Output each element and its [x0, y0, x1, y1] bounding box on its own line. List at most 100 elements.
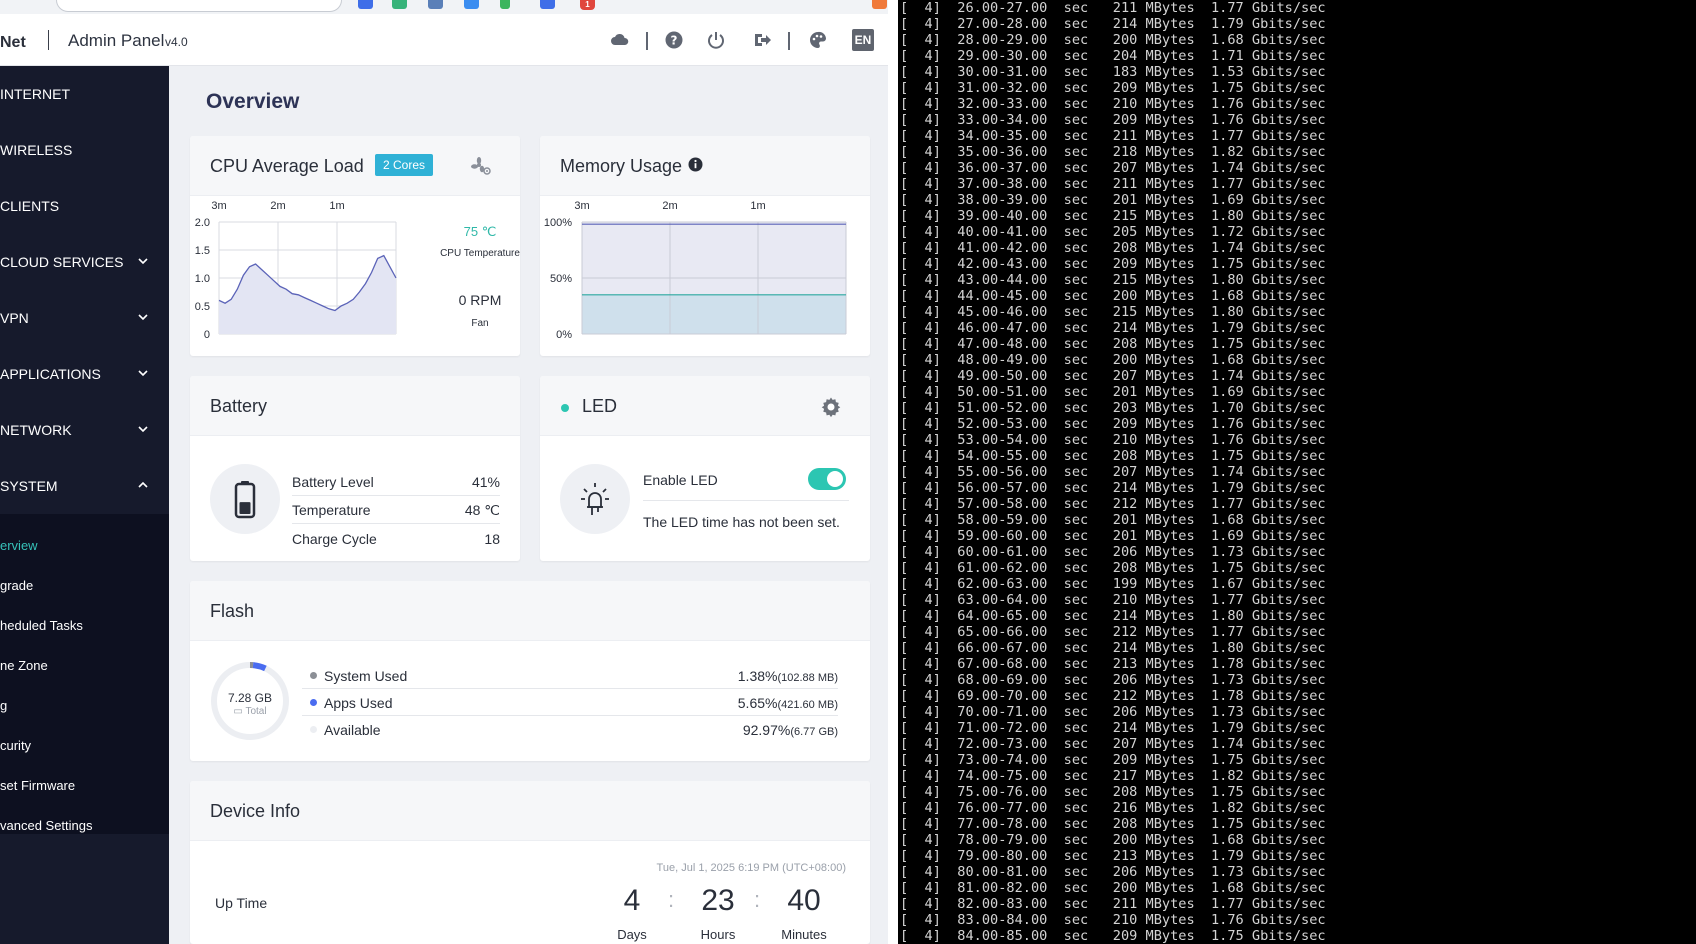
- palette-icon[interactable]: [808, 30, 828, 50]
- terminal-line: [ 4] 33.00-34.00 sec 209 MBytes 1.76 Gbi…: [900, 112, 1326, 128]
- help-icon[interactable]: ?: [664, 30, 684, 50]
- app-header: Net Admin Panel v4.0 ? EN: [0, 14, 888, 66]
- terminal-line: [ 4] 37.00-38.00 sec 211 MBytes 1.77 Gbi…: [900, 176, 1326, 192]
- x-tick-label: 1m: [750, 200, 765, 212]
- sidebar-item-label: NETWORK: [0, 422, 72, 438]
- language-button[interactable]: EN: [852, 29, 874, 51]
- address-bar[interactable]: [56, 0, 342, 12]
- terminal-line: [ 4] 80.00-81.00 sec 206 MBytes 1.73 Gbi…: [900, 864, 1326, 880]
- flash-row-value: 92.97%(6.77 GB): [743, 722, 838, 738]
- chevron-down-icon: [138, 258, 148, 265]
- sidebar-item-label: CLIENTS: [0, 198, 60, 214]
- sidebar-item-vpn[interactable]: VPN: [0, 290, 169, 346]
- fan-settings-icon[interactable]: [470, 156, 492, 176]
- sidebar-item-cloud-services[interactable]: CLOUD SERVICES: [0, 234, 169, 290]
- terminal-line: [ 4] 70.00-71.00 sec 206 MBytes 1.73 Gbi…: [900, 704, 1326, 720]
- led-icon-container: [560, 464, 630, 534]
- terminal-line: [ 4] 48.00-49.00 sec 200 MBytes 1.68 Gbi…: [900, 352, 1326, 368]
- terminal-line: [ 4] 67.00-68.00 sec 213 MBytes 1.78 Gbi…: [900, 656, 1326, 672]
- submenu-item-time-zone[interactable]: ne Zone: [0, 658, 48, 673]
- y-tick-label: 0.5: [195, 301, 210, 313]
- extension-icon[interactable]: [464, 0, 479, 9]
- terminal-line: [ 4] 69.00-70.00 sec 212 MBytes 1.78 Gbi…: [900, 688, 1326, 704]
- sidebar-item-network[interactable]: NETWORK: [0, 402, 169, 458]
- submenu-item-log[interactable]: g: [0, 698, 7, 713]
- extension-icon[interactable]: [428, 0, 443, 9]
- sidebar-item-label: INTERNET: [0, 86, 70, 102]
- y-tick-label: 2.0: [195, 217, 210, 229]
- terminal-line: [ 4] 47.00-48.00 sec 208 MBytes 1.75 Gbi…: [900, 336, 1326, 352]
- chevron-down-icon: [138, 426, 148, 433]
- y-tick-label: 0%: [556, 329, 572, 341]
- submenu-item-scheduled-tasks[interactable]: heduled Tasks: [0, 618, 83, 633]
- submenu-item-security[interactable]: curity: [0, 738, 31, 753]
- system-submenu: erview grade heduled Tasks ne Zone g cur…: [0, 514, 169, 834]
- memory-card: Memory Usage 3m 2m 1m 100% 50% 0%: [540, 136, 870, 356]
- flash-row-label: Apps Used: [324, 695, 393, 711]
- terminal-output: [ 4] 26.00-27.00 sec 211 MBytes 1.77 Gbi…: [900, 0, 1326, 944]
- gear-icon[interactable]: [820, 396, 842, 418]
- flash-total-label: ▭ Total: [208, 706, 292, 717]
- cores-badge: 2 Cores: [375, 154, 434, 176]
- battery-row: Battery Level 41%: [292, 468, 500, 496]
- uptime-hours-value: 23: [701, 884, 735, 917]
- sidebar-item-label: CLOUD SERVICES: [0, 254, 124, 270]
- uptime-separator: :: [754, 887, 761, 912]
- extension-icon[interactable]: [392, 0, 407, 9]
- terminal-line: [ 4] 81.00-82.00 sec 200 MBytes 1.68 Gbi…: [900, 880, 1326, 896]
- submenu-item-overview[interactable]: erview: [0, 538, 38, 553]
- terminal-line: [ 4] 82.00-83.00 sec 211 MBytes 1.77 Gbi…: [900, 896, 1326, 912]
- terminal-line: [ 4] 56.00-57.00 sec 214 MBytes 1.79 Gbi…: [900, 480, 1326, 496]
- uptime-minutes-value: 40: [787, 884, 821, 917]
- battery-level-fill: [239, 502, 251, 514]
- sidebar-item-internet[interactable]: INTERNET: [0, 66, 169, 122]
- sidebar-item-label: VPN: [0, 310, 29, 326]
- extension-icon[interactable]: [500, 0, 510, 9]
- screen: 1 Net Admin Panel v4.0 ? EN INTERNET WIR…: [0, 0, 1696, 944]
- flash-row: Available 92.97%(6.77 GB): [302, 716, 838, 743]
- terminal-line: [ 4] 26.00-27.00 sec 211 MBytes 1.77 Gbi…: [900, 0, 1326, 16]
- device-info-card: Device Info Tue, Jul 1, 2025 6:19 PM (UT…: [190, 781, 870, 944]
- legend-dot: [310, 726, 317, 733]
- info-icon[interactable]: [688, 157, 703, 172]
- enable-led-toggle[interactable]: [808, 468, 846, 490]
- sidebar-item-wireless[interactable]: WIRELESS: [0, 122, 169, 178]
- memory-cache-area: [582, 294, 846, 334]
- uptime-label: Up Time: [215, 895, 268, 911]
- uptime-days-label: Days: [617, 927, 647, 942]
- panel-title: Admin Panel: [68, 31, 165, 50]
- sidebar-item-label: SYSTEM: [0, 478, 58, 494]
- flash-row-value: 1.38%(102.88 MB): [738, 668, 838, 684]
- y-tick-label: 100%: [544, 217, 572, 229]
- sidebar: INTERNET WIRELESS CLIENTS CLOUD SERVICES…: [0, 66, 169, 944]
- cloud-icon[interactable]: [610, 30, 630, 50]
- submenu-item-reset-firmware[interactable]: set Firmware: [0, 778, 75, 793]
- terminal-line: [ 4] 63.00-64.00 sec 210 MBytes 1.77 Gbi…: [900, 592, 1326, 608]
- sidebar-item-clients[interactable]: CLIENTS: [0, 178, 169, 234]
- battery-row: Temperature 48 ℃: [292, 496, 500, 524]
- sidebar-item-applications[interactable]: APPLICATIONS: [0, 346, 169, 402]
- fan-speed-value: 0 RPM: [458, 292, 502, 308]
- terminal-line: [ 4] 28.00-29.00 sec 200 MBytes 1.68 Gbi…: [900, 32, 1326, 48]
- card-title: Device Info: [210, 801, 301, 821]
- terminal-line: [ 4] 60.00-61.00 sec 206 MBytes 1.73 Gbi…: [900, 544, 1326, 560]
- power-icon[interactable]: [706, 30, 726, 50]
- terminal-line: [ 4] 32.00-33.00 sec 210 MBytes 1.76 Gbi…: [900, 96, 1326, 112]
- terminal-line: [ 4] 43.00-44.00 sec 215 MBytes 1.80 Gbi…: [900, 272, 1326, 288]
- sidebar-item-system[interactable]: SYSTEM: [0, 458, 169, 514]
- submenu-item-advanced-settings[interactable]: vanced Settings: [0, 818, 93, 833]
- submenu-item-upgrade[interactable]: grade: [0, 578, 33, 593]
- terminal-line: [ 4] 74.00-75.00 sec 217 MBytes 1.82 Gbi…: [900, 768, 1326, 784]
- logout-icon[interactable]: [752, 30, 772, 50]
- battery-row-value: 18: [484, 531, 500, 547]
- browser-pane: 1 Net Admin Panel v4.0 ? EN INTERNET WIR…: [0, 0, 888, 944]
- terminal-line: [ 4] 78.00-79.00 sec 200 MBytes 1.68 Gbi…: [900, 832, 1326, 848]
- terminal-window[interactable]: [ 4] 26.00-27.00 sec 211 MBytes 1.77 Gbi…: [898, 0, 1696, 944]
- card-title: CPU Average Load: [210, 156, 364, 176]
- extension-icon[interactable]: [540, 0, 555, 9]
- card-header: CPU Average Load 2 Cores: [190, 136, 520, 196]
- terminal-line: [ 4] 71.00-72.00 sec 214 MBytes 1.79 Gbi…: [900, 720, 1326, 736]
- extension-icon[interactable]: [872, 0, 887, 9]
- extension-icon[interactable]: [358, 0, 373, 9]
- battery-row-label: Charge Cycle: [292, 531, 377, 547]
